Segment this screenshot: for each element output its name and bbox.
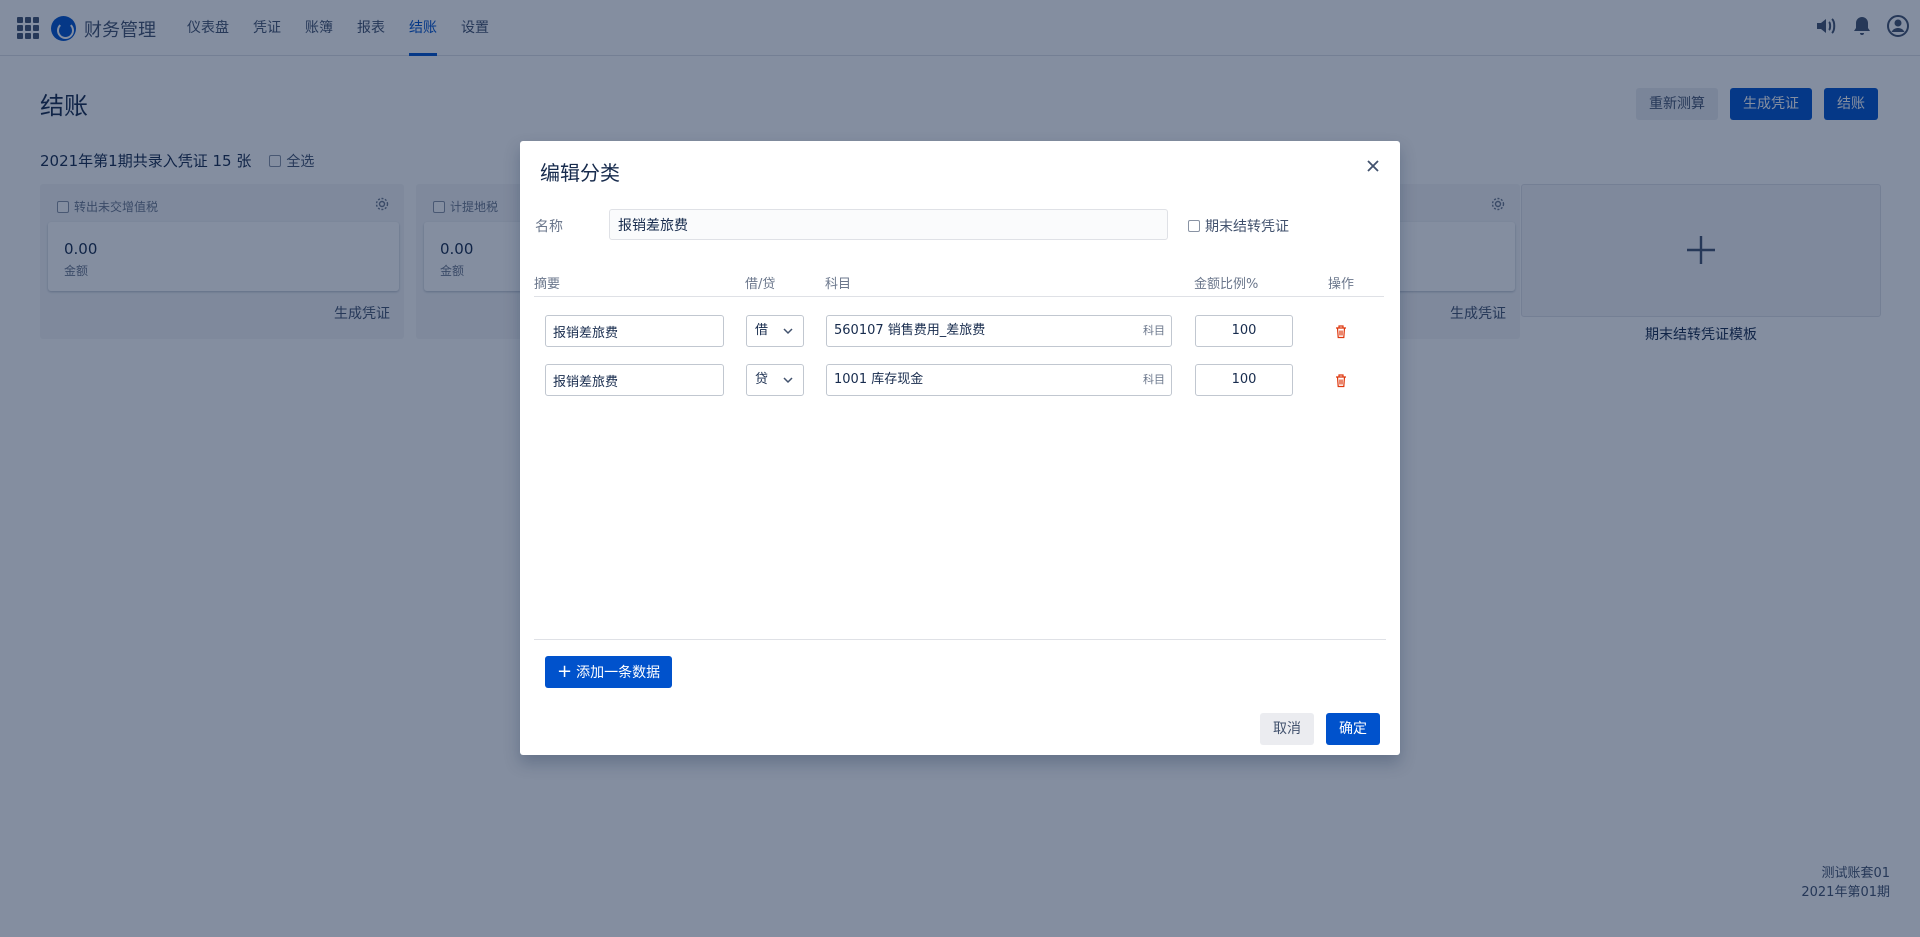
- ratio-input[interactable]: 100: [1195, 315, 1293, 347]
- chevron-down-icon: [783, 328, 793, 335]
- add-row-label: 添加一条数据: [576, 665, 661, 681]
- debit-credit-value: 贷: [755, 372, 769, 387]
- ratio-input[interactable]: 100: [1195, 364, 1293, 396]
- account-value: 1001 库存现金: [834, 372, 924, 387]
- account-picker[interactable]: 560107 销售费用_差旅费 科目: [826, 315, 1172, 347]
- close-icon[interactable]: [1364, 157, 1382, 175]
- confirm-button[interactable]: 确定: [1326, 713, 1380, 745]
- account-picker[interactable]: 1001 库存现金 科目: [826, 364, 1172, 396]
- entries-table-header: 摘要 借/贷 科目 金额比例% 操作: [534, 273, 1384, 297]
- col-account: 科目: [825, 277, 852, 292]
- name-label: 名称: [535, 219, 563, 235]
- cancel-button[interactable]: 取消: [1260, 713, 1314, 745]
- col-ratio: 金额比例%: [1194, 277, 1259, 292]
- period-end-voucher-checkbox[interactable]: 期末结转凭证: [1188, 216, 1289, 236]
- checkbox-box[interactable]: [1188, 220, 1200, 232]
- name-input[interactable]: [609, 209, 1168, 240]
- table-row: 借 560107 销售费用_差旅费 科目 100: [520, 315, 1400, 349]
- col-operations: 操作: [1328, 277, 1355, 292]
- table-row: 贷 1001 库存现金 科目 100: [520, 364, 1400, 398]
- account-picker-tag[interactable]: 科目: [1143, 316, 1165, 346]
- debit-credit-select[interactable]: 借: [746, 315, 804, 347]
- debit-credit-select[interactable]: 贷: [746, 364, 804, 396]
- col-summary: 摘要: [534, 277, 561, 292]
- plus-icon: +: [557, 661, 573, 682]
- summary-input[interactable]: [545, 315, 724, 347]
- summary-input[interactable]: [545, 364, 724, 396]
- dialog-title: 编辑分类: [540, 161, 620, 185]
- period-end-voucher-label: 期末结转凭证: [1205, 219, 1289, 235]
- debit-credit-value: 借: [755, 323, 769, 338]
- trash-icon[interactable]: [1334, 324, 1348, 339]
- edit-category-dialog: 编辑分类 名称 期末结转凭证 摘要 借/贷 科目 金额比例% 操作 借 5601…: [520, 141, 1400, 755]
- col-debit-credit: 借/贷: [745, 277, 776, 292]
- chevron-down-icon: [783, 377, 793, 384]
- trash-icon[interactable]: [1334, 373, 1348, 388]
- account-picker-tag[interactable]: 科目: [1143, 365, 1165, 395]
- add-row-button[interactable]: + 添加一条数据: [545, 656, 673, 688]
- account-value: 560107 销售费用_差旅费: [834, 323, 986, 338]
- dialog-divider: [534, 639, 1386, 640]
